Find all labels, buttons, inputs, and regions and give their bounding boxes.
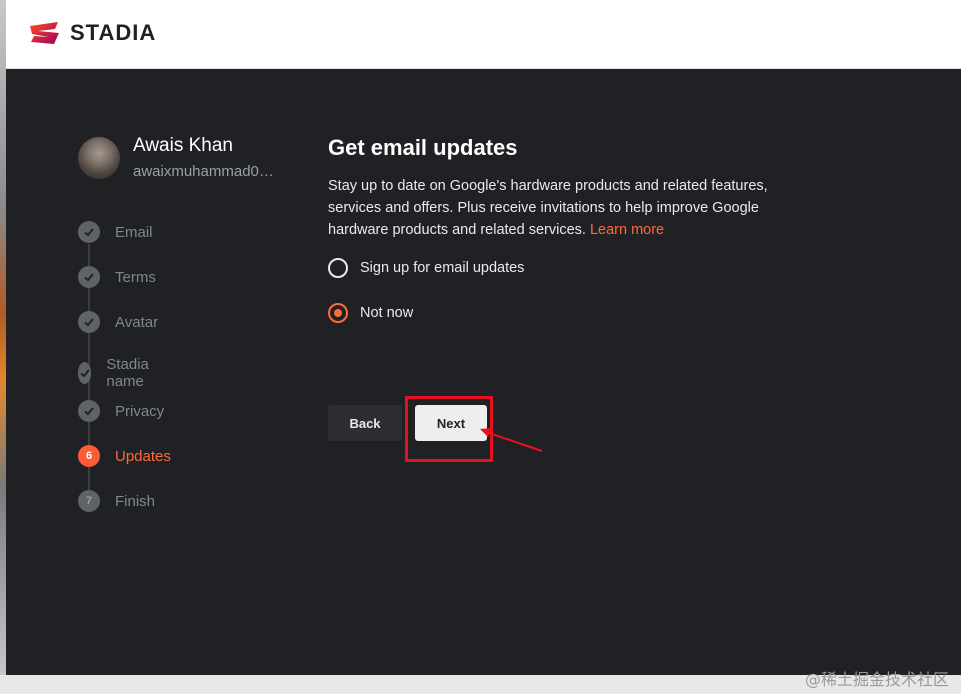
page-title: Get email updates [328,135,518,160]
step-number: 6 [78,445,100,467]
step-label: Stadia name [106,356,149,390]
step-label: Updates [115,447,171,465]
radio-button[interactable] [328,303,348,323]
learn-more-link[interactable]: Learn more [590,222,664,238]
radio-label: Sign up for email updates [360,260,525,276]
option-not-now[interactable]: Not now [328,303,413,323]
description: Stay up to date on Google's hardware pro… [328,175,798,241]
footer-strip: @稀土掘金技术社区 [0,670,961,694]
back-button[interactable]: Back [328,405,402,441]
step-avatar: Avatar [78,311,158,333]
avatar [78,137,120,179]
step-label: Avatar [115,313,159,331]
step-stadia-name: Stadia name [78,356,158,390]
stadia-logo-icon [30,22,59,44]
option-sign-up[interactable]: Sign up for email updates [328,258,524,278]
step-label: Finish [115,492,156,510]
arrow-annotation-icon [480,428,543,452]
radio-button[interactable] [328,258,348,278]
step-label: Email [115,223,153,241]
step-updates: 6 Updates [78,445,171,467]
stadia-logo[interactable]: STADIA [28,20,156,46]
top-bar: STADIA [6,0,961,69]
check-icon [78,362,92,384]
description-text: Stay up to date on Google's hardware pro… [328,178,768,238]
main-content: Get email updates Stay up to date on Goo… [328,135,798,441]
step-number: 7 [78,490,100,512]
logo-text: STADIA [70,20,157,45]
user-profile: Awais Khan awaixmuhammad05... [78,135,279,183]
watermark: @稀土掘金技术社区 [804,670,949,689]
user-email: awaixmuhammad05... [133,163,279,180]
check-icon [78,266,100,288]
step-label: Terms [115,268,156,286]
check-icon [78,221,100,243]
step-finish: 7 Finish [78,490,155,512]
check-icon [78,311,100,333]
radio-label: Not now [360,305,414,321]
user-name: Awais Khan [133,135,233,156]
check-icon [78,400,100,422]
step-email: Email [78,221,153,243]
step-label: Privacy [115,402,165,420]
setup-panel: Awais Khan awaixmuhammad05... Email Term… [6,69,961,675]
step-terms: Terms [78,266,156,288]
step-privacy: Privacy [78,400,164,422]
